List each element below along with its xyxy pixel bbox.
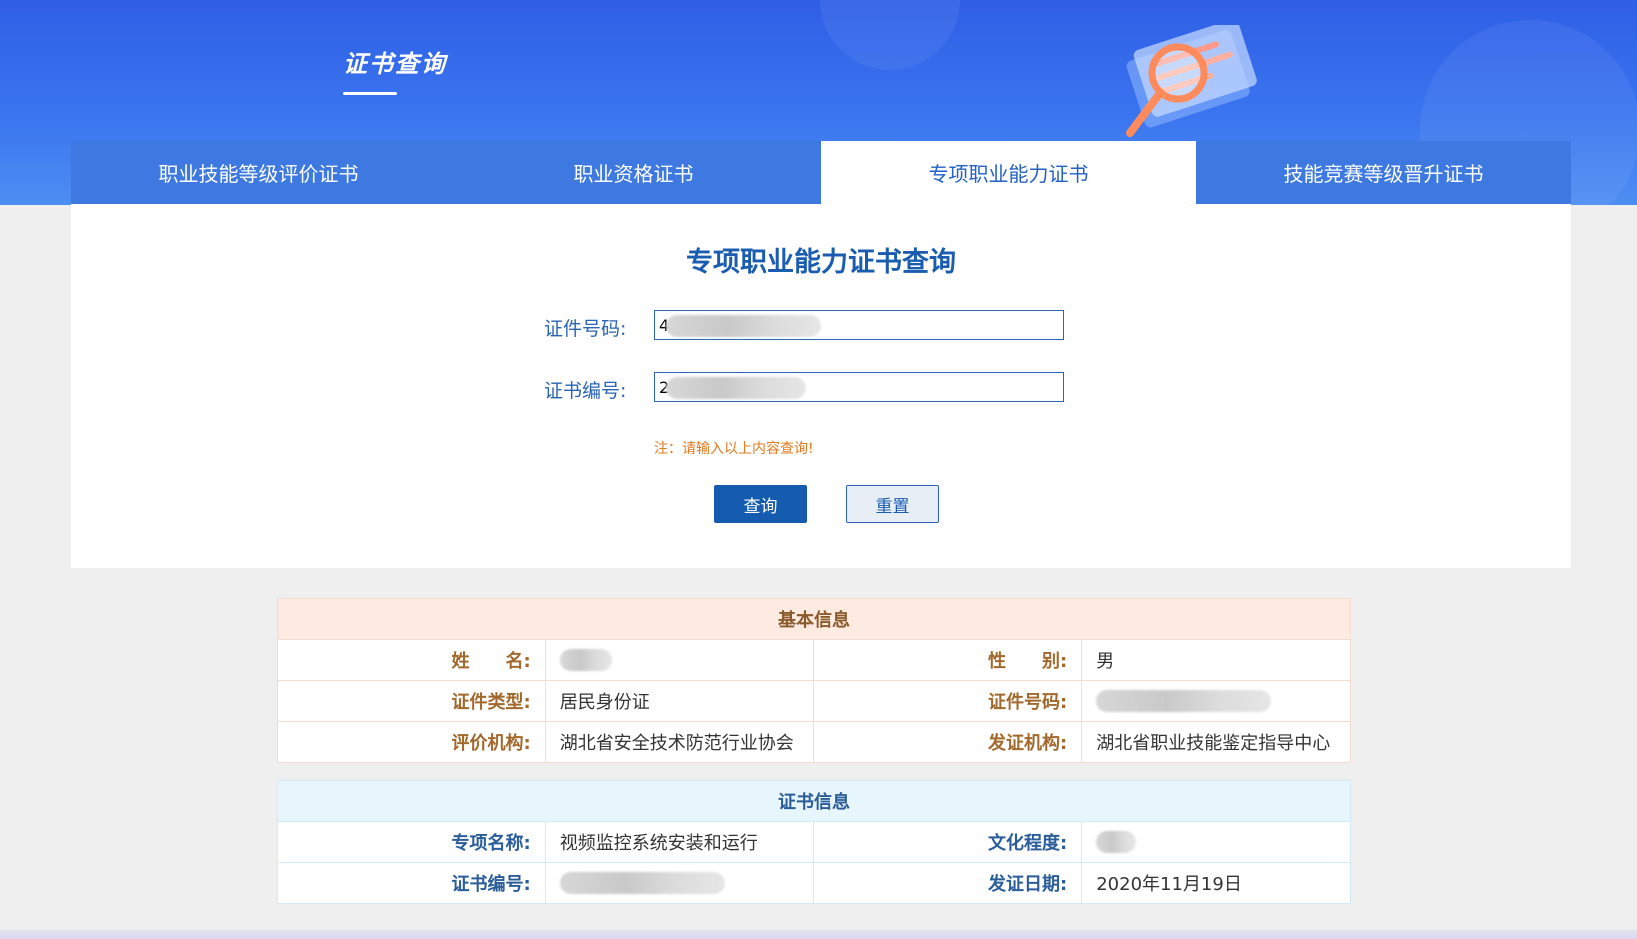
page-title: 证书查询 (343, 50, 447, 78)
id-type-value: 居民身份证 (544, 680, 815, 722)
cert-number-label: 证书编号: (544, 380, 627, 402)
table-row: 证书编号: 发证日期: 2020年11月19日 (277, 862, 1351, 904)
id-number-label: 证件号码: (544, 318, 627, 340)
issue-date-value: 2020年11月19日 (1081, 862, 1351, 904)
basic-info-header: 基本信息 (277, 598, 1351, 640)
search-panel: 专项职业能力证书查询 证件号码: 证书编号: 注：请输入以上内容查询! 查询 重… (71, 204, 1571, 568)
tab-skills-competition-promotion[interactable]: 技能竞赛等级晋升证书 (1196, 141, 1571, 204)
redaction-mask (1096, 690, 1272, 712)
magnifier-document-icon (1126, 25, 1257, 137)
education-value (1081, 821, 1351, 863)
id-number-result-value (1081, 680, 1351, 722)
cert-no-value (544, 862, 815, 904)
table-row: 评价机构: 湖北省安全技术防范行业协会 发证机构: 湖北省职业技能鉴定指导中心 (277, 721, 1351, 763)
table-row: 证件类型: 居民身份证 证件号码: (277, 680, 1351, 722)
redaction-mask (1096, 831, 1137, 853)
decor-bubble (820, 0, 960, 70)
issuer-label: 发证机构: (813, 721, 1083, 763)
table-row: 姓 名: 性 别: 男 (277, 639, 1351, 681)
tab-vocational-skill-level[interactable]: 职业技能等级评价证书 (71, 141, 446, 204)
bottom-edge (0, 930, 1637, 939)
table-row: 专项名称: 视频监控系统安装和运行 文化程度: (277, 821, 1351, 863)
name-value (544, 639, 815, 681)
eval-org-label: 评价机构: (277, 721, 546, 763)
search-title: 专项职业能力证书查询 (686, 247, 956, 278)
cert-info-table: 证书信息 专项名称: 视频监控系统安装和运行 文化程度: 证书编号: 发证日期:… (277, 780, 1351, 904)
query-button[interactable]: 查询 (714, 485, 807, 523)
issuer-value: 湖北省职业技能鉴定指导中心 (1081, 721, 1351, 763)
cert-info-header: 证书信息 (277, 780, 1351, 822)
redaction-mask (559, 649, 612, 671)
redaction-mask (666, 315, 821, 337)
redaction-mask (666, 377, 806, 399)
certificate-type-tabs: 职业技能等级评价证书 职业资格证书 专项职业能力证书 技能竞赛等级晋升证书 (71, 141, 1571, 204)
eval-org-value: 湖北省安全技术防范行业协会 (544, 721, 815, 763)
id-type-label: 证件类型: (277, 680, 546, 722)
item-name-value: 视频监控系统安装和运行 (544, 821, 815, 863)
tab-special-vocational-ability[interactable]: 专项职业能力证书 (821, 141, 1196, 204)
issue-date-label: 发证日期: (813, 862, 1083, 904)
basic-info-table: 基本信息 姓 名: 性 别: 男 证件类型: 居民身份证 证件号码: 评价机构:… (277, 598, 1351, 763)
title-underline (343, 92, 397, 95)
redaction-mask (559, 872, 725, 894)
item-name-label: 专项名称: (277, 821, 546, 863)
id-number-result-label: 证件号码: (813, 680, 1083, 722)
education-label: 文化程度: (813, 821, 1083, 863)
cert-no-label: 证书编号: (277, 862, 546, 904)
name-label: 姓 名: (277, 639, 546, 681)
reset-button[interactable]: 重置 (846, 485, 939, 523)
input-hint-note: 注：请输入以上内容查询! (654, 441, 814, 457)
gender-label: 性 别: (813, 639, 1083, 681)
gender-value: 男 (1081, 639, 1351, 681)
tab-vocational-qualification[interactable]: 职业资格证书 (446, 141, 821, 204)
